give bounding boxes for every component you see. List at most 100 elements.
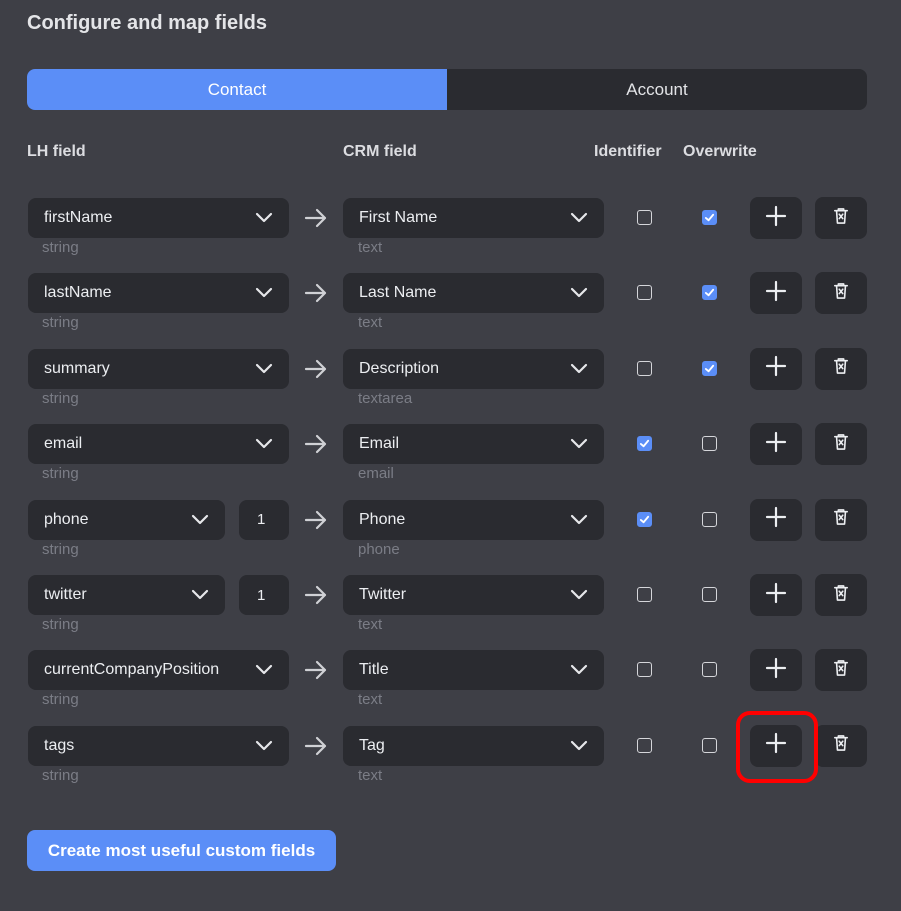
chevron-down-icon: [570, 587, 588, 603]
identifier-checkbox[interactable]: [637, 737, 652, 753]
crm-field-type: text: [358, 766, 383, 784]
crm-field-type: text: [358, 616, 383, 633]
tab-contact[interactable]: Contact: [27, 69, 447, 110]
chevron-down-icon: [255, 210, 273, 226]
add-row-button[interactable]: [750, 423, 802, 466]
crm-field-type: textarea: [358, 389, 413, 407]
lh-field-value: currentCompanyPosition: [44, 661, 220, 679]
mapping-row: summary string Description textarea: [0, 347, 901, 419]
trash-icon: [833, 584, 849, 607]
lh-field-select[interactable]: lastName: [28, 273, 289, 314]
mapping-row: phone 1 string Phone phone: [0, 498, 901, 570]
add-row-button[interactable]: [750, 574, 802, 616]
delete-row-button[interactable]: [815, 272, 867, 315]
lh-field-select[interactable]: email: [28, 424, 289, 465]
overwrite-checkbox[interactable]: [702, 285, 717, 301]
plus-icon: [765, 205, 787, 232]
add-row-button[interactable]: [750, 724, 802, 767]
crm-field-select[interactable]: Title: [343, 650, 604, 691]
plus-icon: [765, 355, 787, 382]
delete-row-button[interactable]: [815, 197, 867, 239]
plus-icon: [765, 657, 787, 684]
crm-field-type: phone: [358, 540, 400, 558]
lh-field-type: string: [42, 239, 79, 256]
overwrite-checkbox[interactable]: [702, 737, 717, 753]
crm-field-type: text: [358, 691, 383, 709]
column-header-overwrite: Overwrite: [683, 143, 757, 160]
add-row-button[interactable]: [750, 498, 802, 541]
overwrite-checkbox[interactable]: [702, 210, 717, 225]
crm-field-select[interactable]: Description: [343, 348, 604, 389]
lh-field-select[interactable]: phone: [28, 499, 225, 540]
identifier-checkbox[interactable]: [637, 436, 652, 452]
lh-field-select[interactable]: summary: [28, 348, 289, 389]
add-row-button[interactable]: [750, 197, 802, 239]
chevron-down-icon: [255, 436, 273, 452]
trash-icon: [833, 659, 849, 682]
plus-icon: [765, 582, 787, 609]
identifier-checkbox[interactable]: [637, 587, 652, 602]
overwrite-checkbox[interactable]: [702, 587, 717, 602]
add-row-button[interactable]: [750, 347, 802, 390]
plus-icon: [765, 431, 787, 458]
identifier-checkbox[interactable]: [637, 662, 652, 678]
tab-account[interactable]: Account: [447, 69, 867, 110]
arrow-right-icon: [304, 358, 328, 380]
identifier-checkbox[interactable]: [637, 285, 652, 301]
identifier-checkbox[interactable]: [637, 210, 652, 225]
trash-icon: [833, 207, 849, 230]
column-header-lh-field: LH field: [27, 143, 86, 160]
overwrite-checkbox[interactable]: [702, 511, 717, 527]
add-row-button[interactable]: [750, 649, 802, 692]
lh-field-value: tags: [44, 736, 75, 754]
chevron-down-icon: [191, 512, 209, 528]
trash-icon: [833, 734, 849, 757]
identifier-checkbox[interactable]: [637, 511, 652, 527]
crm-field-select[interactable]: Phone: [343, 499, 604, 540]
chevron-down-icon: [255, 662, 273, 678]
lh-field-select[interactable]: tags: [28, 725, 289, 766]
lh-field-type: string: [42, 766, 79, 784]
lh-field-select[interactable]: firstName: [28, 198, 289, 238]
mapping-row: twitter 1 string Twitter text: [0, 574, 901, 645]
delete-row-button[interactable]: [815, 649, 867, 692]
mapping-row: currentCompanyPosition string Title text: [0, 649, 901, 720]
lh-field-type: string: [42, 465, 79, 483]
crm-field-select[interactable]: First Name: [343, 198, 604, 238]
delete-row-button[interactable]: [815, 574, 867, 616]
overwrite-checkbox[interactable]: [702, 360, 717, 376]
mapping-row: lastName string Last Name text: [0, 272, 901, 343]
chevron-down-icon: [255, 361, 273, 377]
check-icon: [704, 363, 715, 374]
chevron-down-icon: [570, 285, 588, 301]
lh-field-index-input[interactable]: 1: [239, 499, 289, 540]
crm-field-value: Description: [359, 359, 440, 377]
chevron-down-icon: [191, 587, 209, 603]
crm-field-value: First Name: [359, 209, 438, 226]
arrow-right-icon: [304, 207, 328, 229]
create-custom-fields-button[interactable]: Create most useful custom fields: [27, 830, 336, 871]
check-icon: [639, 514, 650, 525]
lh-field-type: string: [42, 389, 79, 407]
overwrite-checkbox[interactable]: [702, 662, 717, 678]
delete-row-button[interactable]: [815, 724, 867, 767]
delete-row-button[interactable]: [815, 498, 867, 541]
crm-field-select[interactable]: Twitter: [343, 575, 604, 615]
column-header-identifier: Identifier: [594, 143, 662, 160]
lh-field-type: string: [42, 314, 79, 332]
chevron-down-icon: [255, 285, 273, 301]
arrow-right-icon: [304, 433, 328, 455]
check-icon: [704, 212, 715, 223]
crm-field-select[interactable]: Email: [343, 424, 604, 465]
lh-field-index-input[interactable]: 1: [239, 575, 289, 615]
delete-row-button[interactable]: [815, 347, 867, 390]
overwrite-checkbox[interactable]: [702, 436, 717, 452]
check-icon: [704, 287, 715, 298]
identifier-checkbox[interactable]: [637, 360, 652, 376]
crm-field-select[interactable]: Last Name: [343, 273, 604, 314]
add-row-button[interactable]: [750, 272, 802, 315]
delete-row-button[interactable]: [815, 423, 867, 466]
crm-field-select[interactable]: Tag: [343, 725, 604, 766]
lh-field-select[interactable]: twitter: [28, 575, 225, 615]
lh-field-select[interactable]: currentCompanyPosition: [28, 650, 289, 691]
